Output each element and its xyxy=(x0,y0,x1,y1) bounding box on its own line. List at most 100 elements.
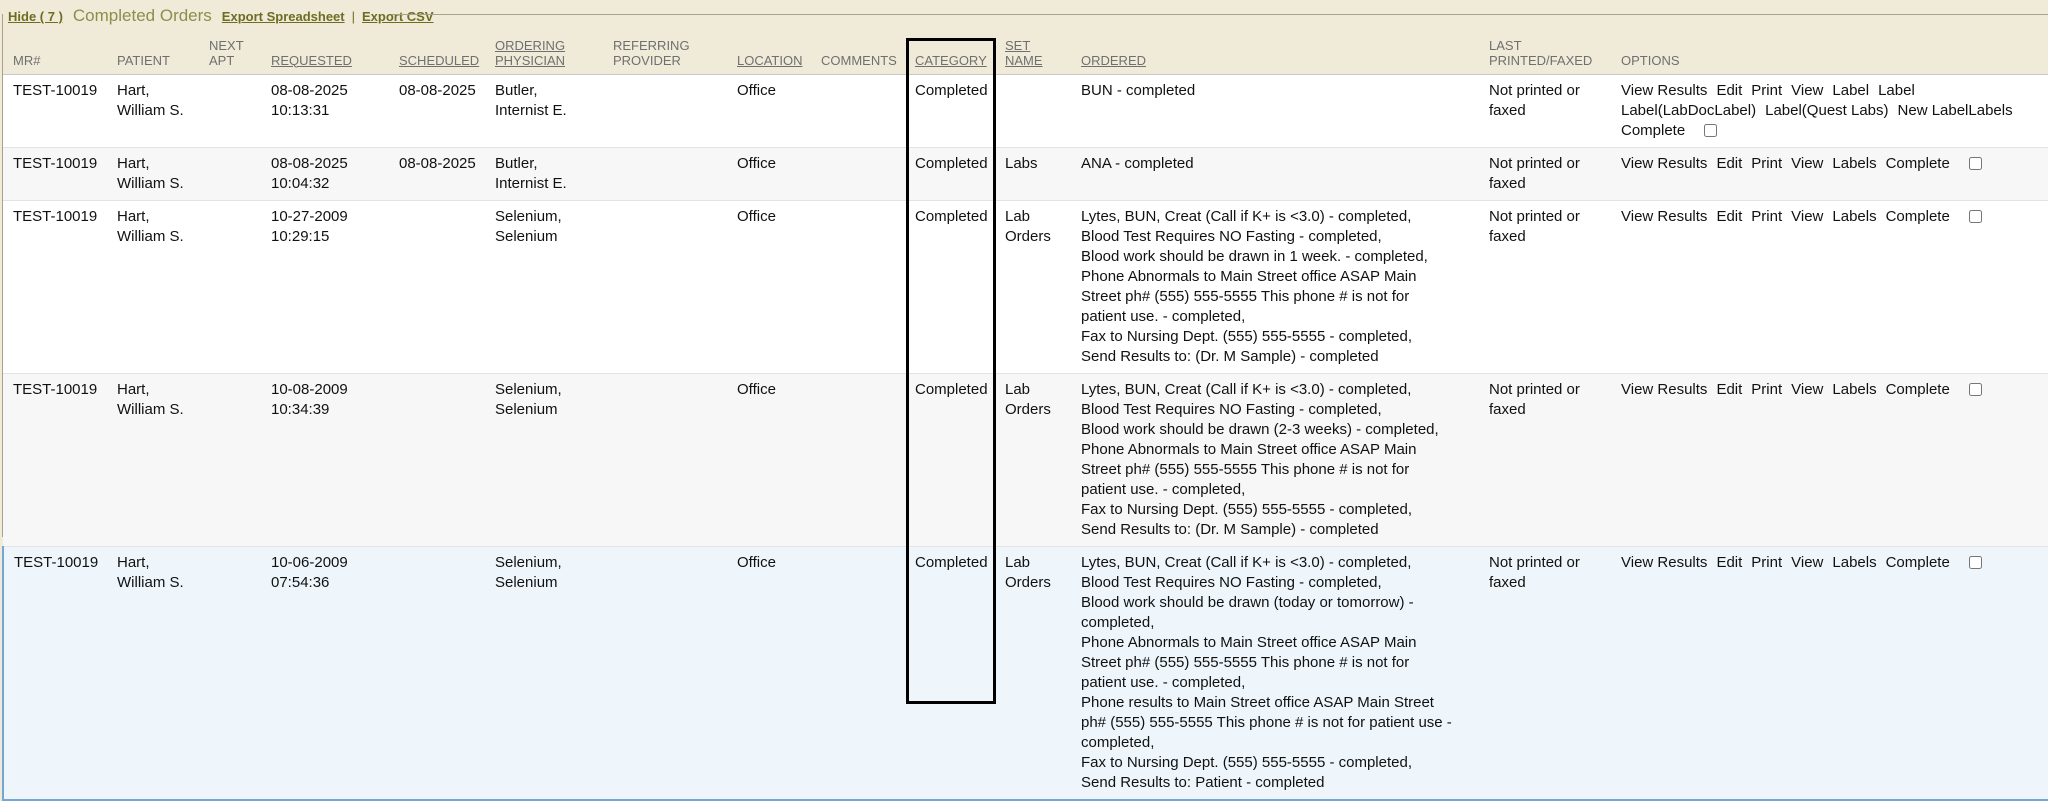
option-view[interactable]: View xyxy=(1791,208,1823,225)
option-edit[interactable]: Edit xyxy=(1716,554,1742,571)
option-view[interactable]: View xyxy=(1791,554,1823,571)
cell-scheduled xyxy=(393,546,489,800)
order-row: TEST-10019Hart,William S.08-08-202510:13… xyxy=(3,74,2048,147)
complete-checkbox[interactable] xyxy=(1969,157,1982,170)
cell-ordering-physician: Butler,Internist E. xyxy=(489,74,607,147)
option-view-results[interactable]: View Results xyxy=(1621,381,1707,398)
option-view-results[interactable]: View Results xyxy=(1621,155,1707,172)
cell-next-apt xyxy=(203,200,265,373)
hide-toggle-link[interactable]: Hide ( 7 ) xyxy=(8,9,63,24)
order-row: TEST-10019Hart,William S.08-08-202510:04… xyxy=(3,147,2048,200)
option-view-results[interactable]: View Results xyxy=(1621,82,1707,99)
cell-scheduled: 08-08-2025 xyxy=(393,147,489,200)
option-print[interactable]: Print xyxy=(1751,82,1782,99)
cell-mr: TEST-10019 xyxy=(3,373,111,546)
cell-options: View Results Edit Print View Label Label Label… xyxy=(1615,74,2048,147)
column-header-ordering-physician[interactable]: ORDERINGPHYSICIAN xyxy=(489,30,607,74)
column-header-requested[interactable]: REQUESTED xyxy=(265,30,393,74)
cell-location: Office xyxy=(731,546,815,800)
option-view-results[interactable]: View Results xyxy=(1621,208,1707,225)
option-print[interactable]: Print xyxy=(1751,554,1782,571)
cell-referring-provider xyxy=(607,546,731,800)
cell-category: Completed xyxy=(909,147,999,200)
order-row: TEST-10019Hart,William S.10-06-200907:54… xyxy=(3,546,2048,800)
column-header-category[interactable]: CATEGORY xyxy=(909,30,999,74)
export-spreadsheet-link[interactable]: Export Spreadsheet xyxy=(222,9,345,24)
cell-category: Completed xyxy=(909,200,999,373)
cell-next-apt xyxy=(203,147,265,200)
cell-requested: 10-27-200910:29:15 xyxy=(265,200,393,373)
column-header-scheduled[interactable]: SCHEDULED xyxy=(393,30,489,74)
option-print[interactable]: Print xyxy=(1751,155,1782,172)
cell-comments xyxy=(815,200,909,373)
cell-options: View Results Edit Print View Labels Complete xyxy=(1615,147,2048,200)
cell-location: Office xyxy=(731,200,815,373)
option-label[interactable]: Label xyxy=(1878,82,1915,99)
option-label[interactable]: Label xyxy=(1832,82,1869,99)
cell-next-apt xyxy=(203,546,265,800)
option-complete[interactable]: Complete xyxy=(1886,155,1950,172)
cell-requested: 10-08-200910:34:39 xyxy=(265,373,393,546)
order-row: TEST-10019Hart,William S.10-08-200910:34… xyxy=(3,373,2048,546)
cell-set-name: Labs xyxy=(999,147,1075,200)
option-view[interactable]: View xyxy=(1791,155,1823,172)
option-edit[interactable]: Edit xyxy=(1716,82,1742,99)
cell-ordered: Lytes, BUN, Creat (Call if K+ is <3.0) -… xyxy=(1075,373,1483,546)
column-header-next-apt: NEXTAPT xyxy=(203,30,265,74)
cell-patient: Hart,William S. xyxy=(111,74,203,147)
completed-orders-table: MR#PATIENTNEXTAPTREQUESTEDSCHEDULEDORDER… xyxy=(2,30,2048,801)
option-view[interactable]: View xyxy=(1791,381,1823,398)
titlebar: Hide ( 7 ) Completed Orders Export Sprea… xyxy=(0,0,2048,30)
cell-set-name: Lab Orders xyxy=(999,546,1075,800)
cell-referring-provider xyxy=(607,373,731,546)
option-complete[interactable]: Complete xyxy=(1621,122,1685,139)
cell-comments xyxy=(815,373,909,546)
cell-scheduled xyxy=(393,373,489,546)
option-edit[interactable]: Edit xyxy=(1716,155,1742,172)
cell-ordering-physician: Selenium,Selenium xyxy=(489,373,607,546)
column-header-ordered[interactable]: ORDERED xyxy=(1075,30,1483,74)
column-header-mr: MR# xyxy=(3,30,111,74)
option-complete[interactable]: Complete xyxy=(1886,208,1950,225)
option-complete[interactable]: Complete xyxy=(1886,381,1950,398)
cell-last-printed: Not printed or faxed xyxy=(1483,74,1615,147)
option-edit[interactable]: Edit xyxy=(1716,381,1742,398)
cell-referring-provider xyxy=(607,200,731,373)
cell-last-printed: Not printed or faxed xyxy=(1483,200,1615,373)
export-csv-link[interactable]: Export CSV xyxy=(362,9,434,24)
option-print[interactable]: Print xyxy=(1751,208,1782,225)
complete-checkbox[interactable] xyxy=(1969,210,1982,223)
complete-checkbox[interactable] xyxy=(1969,383,1982,396)
cell-set-name xyxy=(999,74,1075,147)
complete-checkbox[interactable] xyxy=(1969,556,1982,569)
complete-checkbox[interactable] xyxy=(1704,124,1717,137)
cell-ordering-physician: Butler,Internist E. xyxy=(489,147,607,200)
cell-comments xyxy=(815,147,909,200)
option-label-labdoclabel[interactable]: Label(LabDocLabel) xyxy=(1621,102,1756,119)
fieldset-top-border xyxy=(392,14,2048,15)
option-labels[interactable]: Labels xyxy=(1832,554,1876,571)
cell-referring-provider xyxy=(607,74,731,147)
option-labels[interactable]: Labels xyxy=(1832,208,1876,225)
option-labels[interactable]: Labels xyxy=(1832,155,1876,172)
option-view-results[interactable]: View Results xyxy=(1621,554,1707,571)
cell-requested: 10-06-200907:54:36 xyxy=(265,546,393,800)
option-complete[interactable]: Complete xyxy=(1886,554,1950,571)
option-labels[interactable]: Labels xyxy=(1832,381,1876,398)
option-new-labellabels[interactable]: New LabelLabels xyxy=(1898,102,2013,119)
cell-ordered: Lytes, BUN, Creat (Call if K+ is <3.0) -… xyxy=(1075,546,1483,800)
cell-set-name: Lab Orders xyxy=(999,373,1075,546)
cell-set-name: Lab Orders xyxy=(999,200,1075,373)
completed-orders-page: Hide ( 7 ) Completed Orders Export Sprea… xyxy=(0,0,2048,786)
cell-category: Completed xyxy=(909,74,999,147)
option-view[interactable]: View xyxy=(1791,82,1823,99)
cell-ordered: ANA - completed xyxy=(1075,147,1483,200)
option-print[interactable]: Print xyxy=(1751,381,1782,398)
column-header-location[interactable]: LOCATION xyxy=(731,30,815,74)
column-header-set-name[interactable]: SETNAME xyxy=(999,30,1075,74)
title-separator: | xyxy=(352,9,355,24)
page-title: Completed Orders xyxy=(73,6,212,26)
option-edit[interactable]: Edit xyxy=(1716,208,1742,225)
option-label-quest-labs[interactable]: Label(Quest Labs) xyxy=(1765,102,1888,119)
cell-scheduled: 08-08-2025 xyxy=(393,74,489,147)
